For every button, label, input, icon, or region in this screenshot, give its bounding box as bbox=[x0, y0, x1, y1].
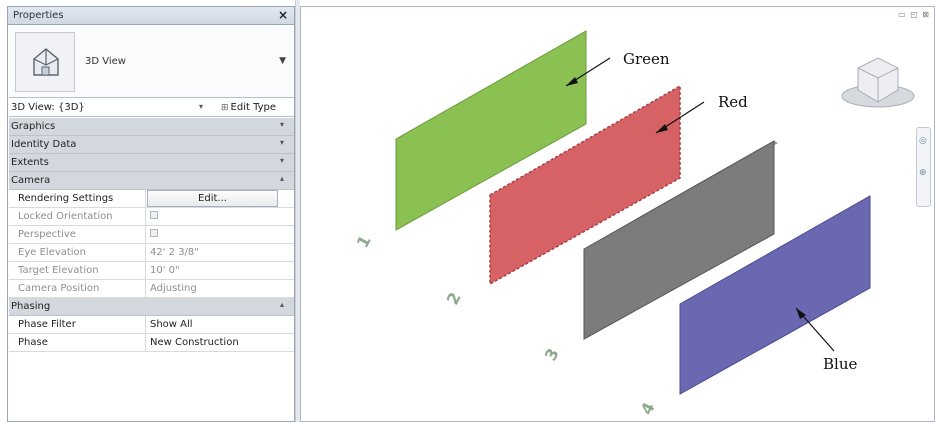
green-callout: Green bbox=[623, 50, 670, 68]
rendering-edit-button[interactable]: Edit... bbox=[147, 190, 278, 207]
property-label: Camera Position bbox=[9, 280, 146, 297]
group-label: Identity Data bbox=[11, 139, 77, 150]
property-row-camera-position: Camera Position Adjusting bbox=[9, 280, 294, 298]
red-callout: Red bbox=[718, 93, 748, 111]
group-label: Phasing bbox=[11, 301, 51, 312]
locked-orientation-checkbox[interactable] bbox=[150, 211, 158, 219]
group-extents[interactable]: Extents ▾ bbox=[9, 154, 294, 172]
property-label: Target Elevation bbox=[9, 262, 146, 279]
3d-scene: Green Red Blue 1 2 3 4 bbox=[353, 30, 915, 418]
property-row-rendering-settings: Rendering Settings Edit... bbox=[9, 190, 294, 208]
close-icon[interactable]: × bbox=[278, 8, 288, 22]
viewcube-icon[interactable] bbox=[841, 57, 915, 108]
property-label: Phase Filter bbox=[9, 316, 146, 333]
type-dropdown-arrow-icon[interactable]: ▼ bbox=[279, 56, 286, 66]
properties-title: Properties bbox=[13, 10, 64, 21]
type-selector[interactable]: 3D View ▼ bbox=[9, 26, 294, 98]
instance-selector[interactable]: 3D View: {3D} bbox=[11, 102, 209, 115]
property-row-perspective: Perspective bbox=[9, 226, 294, 244]
property-row-locked-orientation: Locked Orientation bbox=[9, 208, 294, 226]
perspective-checkbox[interactable] bbox=[150, 229, 158, 237]
edit-type-label: Edit Type bbox=[230, 102, 277, 113]
expand-toggle-icon[interactable]: ▾ bbox=[280, 156, 284, 165]
collapse-toggle-icon[interactable]: ▴ bbox=[280, 174, 284, 183]
panel-number-label: 4 bbox=[637, 399, 659, 418]
property-row-phase: Phase New Construction bbox=[9, 334, 294, 352]
camera-position-value: Adjusting bbox=[150, 283, 197, 294]
phase-filter-select[interactable]: Show All bbox=[147, 316, 294, 333]
edit-type-button[interactable]: ⊞ Edit Type bbox=[221, 102, 276, 113]
3d-view-icon bbox=[15, 32, 75, 92]
properties-palette: Properties × 3D View ▼ 3D View: {3D} ▾ ⊞… bbox=[7, 6, 295, 422]
blue-callout: Blue bbox=[823, 355, 857, 373]
collapse-toggle-icon[interactable]: ▴ bbox=[280, 300, 284, 309]
property-value bbox=[147, 208, 294, 225]
panel-number-label: 2 bbox=[443, 289, 465, 308]
eye-elevation-field[interactable]: 42' 2 3/8" bbox=[147, 244, 294, 261]
group-label: Extents bbox=[11, 157, 49, 168]
property-label: Perspective bbox=[9, 226, 146, 243]
property-row-eye-elevation: Eye Elevation 42' 2 3/8" bbox=[9, 244, 294, 262]
property-row-target-elevation: Target Elevation 10' 0" bbox=[9, 262, 294, 280]
property-row-phase-filter: Phase Filter Show All bbox=[9, 316, 294, 334]
group-label: Graphics bbox=[11, 121, 56, 132]
property-label: Rendering Settings bbox=[9, 190, 146, 207]
property-value bbox=[147, 226, 294, 243]
edit-type-icon: ⊞ bbox=[221, 103, 229, 113]
group-graphics[interactable]: Graphics ▾ bbox=[9, 118, 294, 136]
group-phasing[interactable]: Phasing ▴ bbox=[9, 298, 294, 316]
property-label: Eye Elevation bbox=[9, 244, 146, 261]
property-label: Locked Orientation bbox=[9, 208, 146, 225]
group-label: Camera bbox=[11, 175, 51, 186]
group-camera[interactable]: Camera ▴ bbox=[9, 172, 294, 190]
expand-toggle-icon[interactable]: ▾ bbox=[280, 120, 284, 129]
phase-select[interactable]: New Construction bbox=[147, 334, 294, 351]
instance-row: 3D View: {3D} ▾ ⊞ Edit Type bbox=[9, 99, 294, 117]
property-label: Phase bbox=[9, 334, 146, 351]
type-selector-name: 3D View bbox=[85, 56, 126, 67]
expand-toggle-icon[interactable]: ▾ bbox=[280, 138, 284, 147]
group-identity-data[interactable]: Identity Data ▾ bbox=[9, 136, 294, 154]
properties-title-bar: Properties × bbox=[8, 7, 294, 25]
chevron-down-icon[interactable]: ▾ bbox=[199, 102, 203, 111]
target-elevation-field[interactable]: 10' 0" bbox=[147, 262, 294, 279]
panel-number-label: 3 bbox=[541, 345, 563, 364]
panel-number-label: 1 bbox=[353, 232, 375, 251]
